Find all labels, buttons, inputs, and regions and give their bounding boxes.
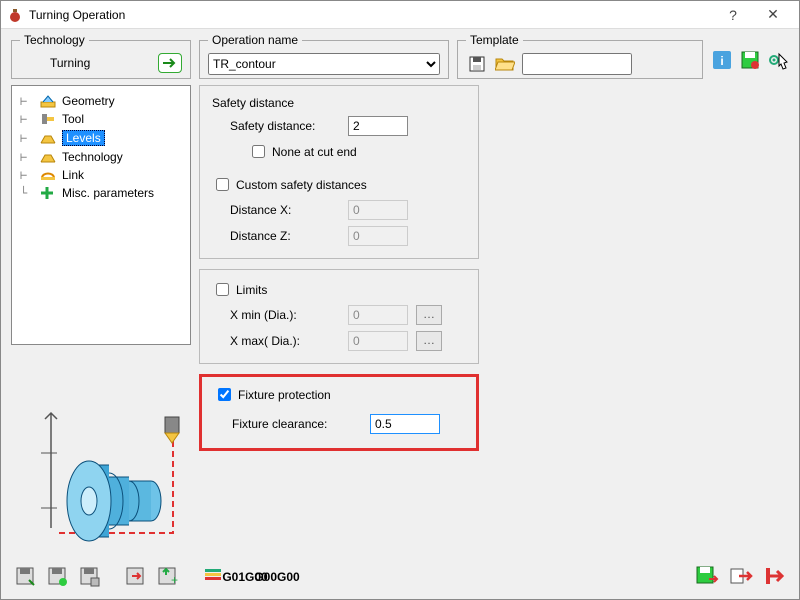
tree-item-technology[interactable]: ⊢ Technology [16, 148, 186, 166]
tree-item-link[interactable]: ⊢ Link [16, 166, 186, 184]
fixture-protection-checkbox[interactable] [218, 388, 231, 401]
distance-x-label: Distance X: [230, 203, 340, 217]
svg-text:+: + [171, 573, 178, 587]
save-green-icon[interactable] [739, 49, 761, 71]
preview-illustration [23, 393, 193, 553]
none-at-cut-end-checkbox[interactable] [252, 145, 265, 158]
technology-next-button[interactable] [158, 53, 182, 73]
xmax-label: X max( Dia.): [230, 334, 340, 348]
operation-name-select[interactable]: TR_contour [208, 53, 440, 75]
custom-safety-label: Custom safety distances [236, 178, 367, 192]
distance-z-label: Distance Z: [230, 229, 340, 243]
tree-item-levels[interactable]: ⊢ Levels [16, 128, 186, 148]
link-icon [40, 168, 56, 182]
gcode-button-2[interactable]: G00G00 [263, 563, 291, 589]
export-button[interactable]: + [153, 563, 181, 589]
distance-z-input [348, 226, 408, 246]
operation-name-legend: Operation name [208, 33, 302, 47]
save-button-1[interactable] [11, 563, 39, 589]
limits-group: Limits X min (Dia.): … X max( Dia.): … [199, 269, 479, 364]
xmin-label: X min (Dia.): [230, 308, 340, 322]
safety-distance-header: Safety distance [212, 96, 466, 110]
fixture-clearance-input[interactable] [370, 414, 440, 434]
ok-button[interactable] [727, 563, 755, 589]
technology-fieldset: Technology Turning [11, 33, 191, 79]
xmin-pick-button[interactable]: … [416, 305, 442, 325]
geometry-icon [40, 94, 56, 108]
safety-distance-input[interactable] [348, 116, 408, 136]
template-open-icon[interactable] [494, 53, 516, 75]
tree-item-misc[interactable]: └ Misc. parameters [16, 184, 186, 202]
fixture-protection-header: Fixture protection [238, 388, 331, 402]
apply-button[interactable] [693, 563, 721, 589]
xmax-input [348, 331, 408, 351]
app-window: Turning Operation ? ✕ Technology Turning… [0, 0, 800, 600]
pick-icon[interactable] [767, 49, 789, 71]
tree-item-tool[interactable]: ⊢ Tool [16, 110, 186, 128]
tree-item-geometry[interactable]: ⊢ Geometry [16, 92, 186, 110]
custom-safety-checkbox[interactable] [216, 178, 229, 191]
save-button-3[interactable] [75, 563, 103, 589]
limits-header: Limits [236, 283, 267, 297]
template-fieldset: Template [457, 33, 703, 79]
template-save-icon[interactable] [466, 53, 488, 75]
nav-tree: ⊢ Geometry ⊢ Tool ⊢ Levels ⊢ Tec [11, 85, 191, 345]
xmax-pick-button[interactable]: … [416, 331, 442, 351]
app-icon [7, 7, 23, 23]
fixture-protection-group: Fixture protection Fixture clearance: [199, 374, 479, 451]
technology-icon [40, 150, 56, 164]
operation-name-fieldset: Operation name TR_contour [199, 33, 449, 79]
fixture-clearance-label: Fixture clearance: [232, 417, 362, 431]
import-button[interactable] [121, 563, 149, 589]
close-button[interactable]: ✕ [753, 6, 793, 23]
plus-icon [40, 186, 56, 200]
template-legend: Template [466, 33, 523, 47]
safety-distance-label: Safety distance: [230, 119, 340, 133]
limits-checkbox[interactable] [216, 283, 229, 296]
window-title: Turning Operation [29, 8, 713, 22]
distance-x-input [348, 200, 408, 220]
technology-legend: Technology [20, 33, 89, 47]
exit-button[interactable] [761, 563, 789, 589]
safety-distance-group: Safety distance Safety distance: None at… [199, 85, 479, 259]
levels-icon [40, 131, 56, 145]
none-at-cut-end-label: None at cut end [272, 145, 357, 159]
template-name-input[interactable] [522, 53, 632, 75]
save-button-2[interactable] [43, 563, 71, 589]
settings-column: Safety distance Safety distance: None at… [199, 85, 789, 599]
titlebar: Turning Operation ? ✕ [1, 1, 799, 29]
top-row: Technology Turning Operation name TR_con… [11, 33, 789, 79]
tool-icon [40, 112, 56, 126]
svg-text:i: i [720, 54, 723, 68]
technology-value: Turning [20, 56, 90, 70]
info-icon[interactable]: i [711, 49, 733, 71]
top-right-icons: i [711, 33, 789, 71]
help-button[interactable]: ? [713, 7, 753, 23]
xmin-input [348, 305, 408, 325]
bottom-toolbar: + G01G00 G00G00 [11, 559, 789, 593]
